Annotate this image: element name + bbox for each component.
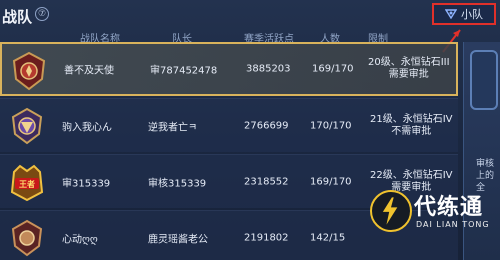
squad-button-label: 小队 [461,8,483,21]
squad-icon [445,9,457,19]
rank-emblem-icon [12,51,46,91]
watermark-logo-icon [370,190,412,232]
captain-name: 逆我者亡ㅋ [148,122,198,133]
restriction-approval: 需要审批 [388,69,429,80]
team-name: 心动ღღ [62,234,98,245]
rank-emblem-icon [11,107,43,145]
season-activity: 2766699 [244,120,289,131]
season-activity: 3885203 [246,63,291,75]
member-count: 169/170 [310,176,352,187]
rank-emblem-icon [11,219,43,257]
restriction-level: 22级、永恒钻石IV [370,169,453,181]
restriction-level: 21级、永恒钻石IV [370,113,453,125]
svg-text:王者: 王者 [19,179,35,189]
restriction-approval: 不需审批 [391,125,432,137]
squad-button[interactable]: 小队 [432,3,496,25]
join-restriction: 21级、永恒钻石IV 不需审批 [370,114,453,138]
team-row[interactable]: 善不及天使 审787452478 3885203 169/170 20级、永恒钻… [0,42,458,96]
captain-name: 鹿灵瑶酱老公 [148,234,208,245]
watermark-subtitle: DAI LIAN TONG [416,220,490,229]
team-card-preview[interactable] [470,50,498,110]
join-restriction: 20级、永恒钻石III 需要审批 [368,57,450,81]
team-name: 善不及天使 [64,65,114,77]
member-count: 170/170 [310,120,352,131]
lightning-icon [382,197,398,225]
team-row[interactable]: 驹入我心ん 逆我者亡ㅋ 2766699 170/170 21级、永恒钻石IV 不… [0,98,458,152]
season-activity: 2318552 [244,176,289,187]
captain-name: 审787452478 [150,65,218,77]
team-name: 驹入我心ん [62,122,112,133]
watermark-title: 代练通 [414,195,484,220]
restriction-level: 20级、永恒钻石III [368,57,450,68]
king-emblem-icon: 王者 [10,164,44,202]
team-name: 审315339 [62,178,111,189]
member-count: 142/15 [310,232,346,243]
season-activity: 2191802 [244,232,289,243]
watermark: 代练通 DAI LIAN TONG [370,184,498,244]
help-icon[interactable]: ⑦ [35,7,49,21]
member-count: 169/170 [312,63,354,75]
page-title: 战队 [2,8,33,26]
captain-name: 审核315339 [148,178,207,189]
